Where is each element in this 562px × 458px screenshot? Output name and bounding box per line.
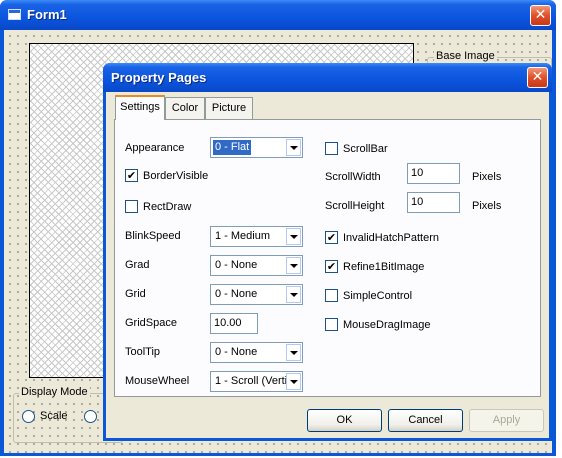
- apply-button[interactable]: Apply: [469, 409, 544, 432]
- simple-control-checkbox[interactable]: [325, 289, 338, 302]
- grad-value: 0 - None: [215, 259, 258, 271]
- border-visible-label: BorderVisible: [143, 170, 209, 182]
- rect-draw-label: RectDraw: [143, 201, 192, 213]
- blink-speed-label: BlinkSpeed: [125, 230, 181, 242]
- mouse-drag-image-checkbox[interactable]: [325, 318, 338, 331]
- grad-label: Grad: [125, 259, 150, 271]
- form1-title: Form1: [27, 7, 67, 22]
- appearance-select[interactable]: 0 - Flat: [210, 137, 303, 158]
- refine-1bit-image-label: Refine1BitImage: [343, 261, 425, 273]
- scroll-height-unit: Pixels: [472, 200, 502, 212]
- mouse-wheel-select[interactable]: 1 - Scroll (Vertic: [210, 371, 303, 392]
- border-visible-checkbox[interactable]: ✔: [125, 169, 138, 182]
- grid-space-input[interactable]: 10.00: [210, 313, 258, 334]
- grid-value: 0 - None: [215, 288, 258, 300]
- app-window-icon: [8, 9, 21, 20]
- chevron-down-icon[interactable]: [286, 373, 301, 390]
- property-pages-title-bar[interactable]: Property Pages ✕: [103, 63, 552, 92]
- chevron-down-icon[interactable]: [286, 344, 301, 361]
- property-pages-close-button[interactable]: ✕: [527, 67, 548, 88]
- chevron-down-icon[interactable]: [286, 286, 301, 303]
- scale-radio[interactable]: [22, 410, 35, 423]
- cancel-button[interactable]: Cancel: [388, 409, 463, 432]
- tab-color[interactable]: Color: [165, 97, 205, 119]
- close-icon: ✕: [531, 69, 544, 85]
- chevron-down-icon[interactable]: [286, 257, 301, 274]
- appearance-label: Appearance: [125, 142, 185, 154]
- form1-close-button[interactable]: ✕: [530, 5, 551, 26]
- display-mode-group-title: Display Mode: [19, 386, 90, 398]
- scroll-bar-checkbox[interactable]: [325, 142, 338, 155]
- grid-label: Grid: [125, 288, 146, 300]
- rect-draw-checkbox[interactable]: [125, 200, 138, 213]
- grid-select[interactable]: 0 - None: [210, 284, 303, 305]
- base-image-group-title: Base Image: [434, 50, 497, 62]
- simple-control-label: SimpleControl: [343, 290, 413, 302]
- mouse-wheel-label: MouseWheel: [125, 375, 190, 387]
- scroll-width-label: ScrollWidth: [325, 171, 381, 183]
- display-mode-radio-2[interactable]: [84, 410, 97, 423]
- invalid-hatch-pattern-label: InvalidHatchPattern: [343, 232, 439, 244]
- mouse-drag-image-label: MouseDragImage: [343, 319, 431, 331]
- form1-title-bar[interactable]: Form1 ✕: [0, 0, 556, 30]
- scroll-height-input[interactable]: 10: [407, 192, 460, 213]
- chevron-down-icon[interactable]: [286, 139, 301, 156]
- ok-button[interactable]: OK: [307, 409, 382, 432]
- blink-speed-select[interactable]: 1 - Medium: [210, 226, 303, 247]
- invalid-hatch-pattern-checkbox[interactable]: ✔: [325, 231, 338, 244]
- scroll-width-unit: Pixels: [472, 171, 502, 183]
- scroll-height-label: ScrollHeight: [325, 200, 385, 212]
- mouse-wheel-value: 1 - Scroll (Vertic: [215, 375, 289, 387]
- grid-space-label: GridSpace: [125, 317, 177, 329]
- tab-picture[interactable]: Picture: [205, 97, 253, 119]
- chevron-down-icon[interactable]: [286, 228, 301, 245]
- blink-speed-value: 1 - Medium: [215, 230, 271, 242]
- refine-1bit-image-checkbox[interactable]: ✔: [325, 260, 338, 273]
- scale-radio-label: Scale: [40, 410, 68, 422]
- scroll-bar-label: ScrollBar: [343, 143, 388, 155]
- tooltip-select[interactable]: 0 - None: [210, 342, 303, 363]
- grad-select[interactable]: 0 - None: [210, 255, 303, 276]
- property-pages-client: Appearance 0 - Flat ✔ BorderVisible Rect…: [106, 92, 549, 438]
- tooltip-label: ToolTip: [125, 346, 161, 358]
- property-pages-title: Property Pages: [111, 70, 207, 85]
- scroll-width-input[interactable]: 10: [407, 163, 460, 184]
- property-pages-dialog: Property Pages ✕ Appearance 0 - Flat ✔ B…: [103, 63, 552, 441]
- appearance-value: 0 - Flat: [213, 140, 252, 155]
- tooltip-value: 0 - None: [215, 346, 258, 358]
- close-icon: ✕: [534, 7, 547, 23]
- settings-tab-panel: Appearance 0 - Flat ✔ BorderVisible Rect…: [114, 119, 541, 397]
- tab-settings[interactable]: Settings: [115, 95, 165, 120]
